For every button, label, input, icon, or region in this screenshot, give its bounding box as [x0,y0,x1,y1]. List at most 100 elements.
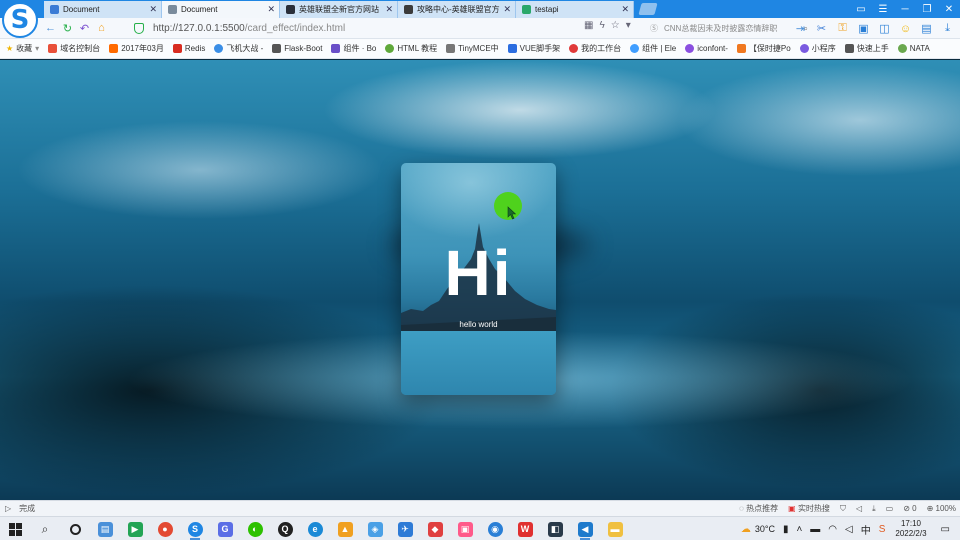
address-bar[interactable]: http://127.0.0.1:5500/card_effect/index.… [134,20,644,37]
search-button[interactable]: ⌕ [30,517,60,540]
home-icon[interactable]: ⌂ [93,20,110,37]
bookmark-item[interactable]: Flask-Boot [272,44,322,53]
tab-lol-guide[interactable]: 攻略中心-英雄联盟官方 ✕ [398,1,516,18]
grid-icon[interactable]: ▦ [584,20,593,31]
tab-lol-official[interactable]: 英雄联盟全新官方网站 ✕ [280,1,398,18]
bookmark-item[interactable]: 【保时捷Po [736,43,791,54]
tab-document-1[interactable]: Document ✕ [44,1,162,18]
bookmark-favicon-icon [272,44,282,53]
bookmark-item[interactable]: 2017年03月 [109,43,164,54]
extension-grid-icon[interactable]: ▤ [918,20,935,37]
new-tab-button[interactable] [638,3,658,15]
bookmark-item[interactable]: TinyMCE中 [446,43,499,54]
bookmark-item[interactable]: 我的工作台 [569,43,621,54]
bookmark-favicon-icon [685,44,695,53]
bookmark-item[interactable]: 域名控制台 [48,43,100,54]
dropdown-icon[interactable]: ▾ [626,20,631,31]
translate-icon[interactable]: ▣ [855,20,872,37]
image-icon[interactable]: ▭ [886,504,894,513]
taskbar-app-media-player[interactable]: ▶ [120,517,150,540]
scissors-icon[interactable]: ✂ [813,20,830,37]
bookmark-item[interactable]: 小程序 [799,43,836,54]
menu-icon[interactable]: ☰ [872,0,894,18]
close-window-button[interactable]: ✕ [938,0,960,18]
wifi-icon[interactable]: ◠ [828,524,837,535]
shield-icon[interactable]: ⛉ [840,504,846,514]
sidebar-toggle-icon[interactable]: ▷ [5,504,11,513]
taskbar-app-blue-circle[interactable]: ◉ [480,517,510,540]
sogou-ime-icon[interactable]: S [879,524,886,535]
download-icon[interactable]: ⤓ [939,20,956,37]
bookmark-item[interactable]: NATA [897,44,930,53]
bookmark-item[interactable]: 快速上手 [844,43,889,54]
bookmark-item[interactable]: VUE脚手架 [507,43,560,54]
taskbar-app-folder[interactable]: ▬ [600,517,630,540]
back-arrow-icon[interactable]: ← [42,20,59,37]
close-tab-icon[interactable]: ✕ [503,4,511,15]
taskbar-app-wps[interactable]: W [510,517,540,540]
close-tab-icon[interactable]: ✕ [267,4,275,15]
close-tab-icon[interactable]: ✕ [385,4,393,15]
bookmark-item[interactable]: 飞机大战 - [214,43,263,54]
bookmark-item[interactable]: 组件 | Ele [630,43,676,54]
taskbar-app-qq[interactable]: Q [270,517,300,540]
star-icon[interactable]: ☆ [611,20,620,31]
close-tab-icon[interactable]: ✕ [149,4,157,15]
tab-document-2[interactable]: Document ✕ [162,1,280,18]
taskbar-app-edge[interactable]: e [300,517,330,540]
hover-card[interactable]: Hi hello world [401,163,556,395]
download-status-icon[interactable]: ⤓ [872,504,876,514]
minimize-button[interactable]: ─ [894,0,916,18]
microphone-icon[interactable]: ▮ [783,524,789,535]
file-explorer-icon: ▤ [97,521,113,537]
taskbar-app-red[interactable]: ◆ [420,517,450,540]
bookmark-item[interactable]: HTML 教程 [385,43,437,54]
key-icon[interactable]: ⚿ [834,20,851,37]
login-icon[interactable]: ⇥ [792,20,809,37]
tray-chevron-icon[interactable]: ˄ [796,524,802,535]
weather-icon[interactable]: ☁ [741,524,751,535]
ime-icon[interactable]: 中 [861,522,871,537]
volume-icon[interactable]: ◁ [845,524,853,535]
bookmark-item[interactable]: 组件 · Bo [331,43,376,54]
close-tab-icon[interactable]: ✕ [621,4,629,15]
bookmark-favorites[interactable]: ★ 收藏 ▾ [6,43,39,54]
start-button[interactable] [0,517,30,540]
taskbar-app-plane[interactable]: ✈ [390,517,420,540]
restore-button[interactable]: ❐ [916,0,938,18]
taskbar-app-g[interactable]: G [210,517,240,540]
zoom-control[interactable]: ⊕ 100% [927,504,956,513]
taskbar-app-chrome[interactable]: ● [150,517,180,540]
bookmark-item[interactable]: iconfont- [685,44,728,53]
taskbar-app-pink[interactable]: ▣ [450,517,480,540]
notification-icon[interactable]: ▭ [941,524,950,535]
speaker-icon[interactable]: ◁ [856,504,862,513]
taskbar-app-wechat[interactable]: ◐ [240,517,270,540]
weather-temperature[interactable]: 30°C [755,524,775,534]
tab-testapi[interactable]: testapi ✕ [516,1,634,18]
undo-icon[interactable]: ↶ [76,20,93,37]
system-clock[interactable]: 17:10 2022/2/3 [895,519,926,539]
sidebar-toggle-icon[interactable]: ▭ [850,0,872,18]
taskbar-app-file-explorer[interactable]: ▤ [90,517,120,540]
search-input[interactable]: Ⓢ CNN总裁因未及时披露恋情辞职 ⌕ [650,20,808,37]
taskbar-app-sogou-browser[interactable]: S [180,517,210,540]
lightning-icon[interactable]: ϟ [599,20,604,31]
app-g-icon: G [217,521,233,537]
screenshot-icon[interactable]: ◫ [876,20,893,37]
counter-button[interactable]: ⊘ 0 [903,504,916,513]
live-hot-button[interactable]: ▣ 实时热搜 [788,503,830,514]
vscode-icon: ◀ [577,521,593,537]
lol-guide-favicon-icon [404,5,413,14]
taskbar-app-share[interactable]: ◈ [360,517,390,540]
taskbar-app-dark[interactable]: ◧ [540,517,570,540]
bookmark-item[interactable]: Redis [172,44,205,53]
taskbar-app-vscode[interactable]: ◀ [570,517,600,540]
refresh-icon[interactable]: ↻ [59,20,76,37]
emoji-icon[interactable]: ☺ [897,20,914,37]
hot-news-button[interactable]: ◌ 热点推荐 [739,503,778,514]
sogou-browser-logo-icon[interactable]: S [2,2,38,38]
taskbar-app-yellow[interactable]: ▲ [330,517,360,540]
battery-icon[interactable]: ▬ [810,524,820,535]
task-view-button[interactable] [60,517,90,540]
